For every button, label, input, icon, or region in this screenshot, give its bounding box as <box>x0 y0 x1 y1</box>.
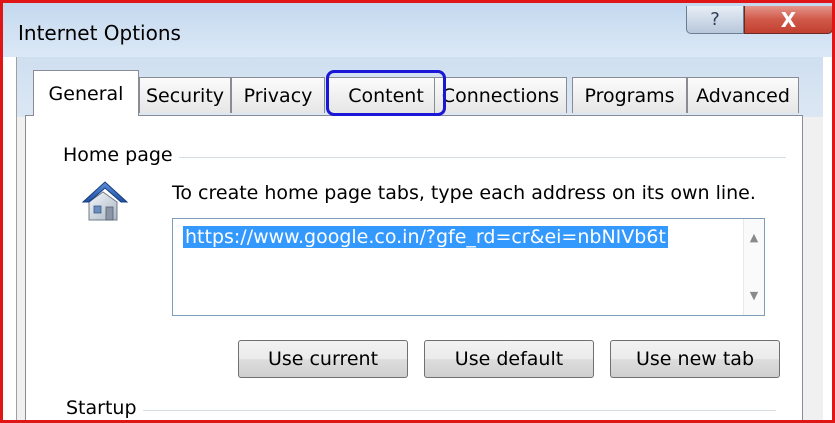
close-button[interactable]: X <box>744 6 833 34</box>
dialog-body: General Security Privacy Content Connect… <box>16 57 823 423</box>
tab-label: Connections <box>441 84 560 107</box>
tab-label: Privacy <box>243 84 313 107</box>
use-default-button[interactable]: Use default <box>424 340 594 378</box>
home-page-group-label: Home page <box>63 144 179 166</box>
use-new-tab-button[interactable]: Use new tab <box>610 340 780 378</box>
general-tab-page: Home page To create home page tabs, type… <box>25 115 803 423</box>
tab-label: General <box>48 82 124 105</box>
tab-security[interactable]: Security <box>139 77 231 113</box>
use-current-button[interactable]: Use current <box>238 340 408 378</box>
startup-group-label: Startup <box>66 397 143 419</box>
home-page-url-value: https://www.google.co.in/?gfe_rd=cr&ei=n… <box>183 226 668 248</box>
scroll-up-icon[interactable]: ▲ <box>744 227 764 247</box>
home-icon <box>81 181 129 221</box>
help-icon: ? <box>710 9 720 30</box>
tab-connections[interactable]: Connections <box>434 77 567 113</box>
tab-label: Security <box>145 84 225 107</box>
tab-label: Content <box>348 84 424 107</box>
textarea-scrollbar[interactable]: ▲ ▼ <box>743 219 764 315</box>
scroll-down-icon[interactable]: ▼ <box>744 285 764 305</box>
tab-advanced[interactable]: Advanced <box>687 77 799 113</box>
startup-group-line <box>66 410 776 411</box>
tab-privacy[interactable]: Privacy <box>231 77 325 113</box>
window-title: Internet Options <box>18 21 181 45</box>
home-page-url-textarea[interactable]: https://www.google.co.in/?gfe_rd=cr&ei=n… <box>172 218 765 316</box>
tab-content[interactable]: Content <box>328 77 444 113</box>
tab-general[interactable]: General <box>33 70 139 116</box>
help-button[interactable]: ? <box>686 6 744 34</box>
tab-programs[interactable]: Programs <box>572 77 687 113</box>
close-icon: X <box>780 7 797 32</box>
tab-label: Advanced <box>696 84 790 107</box>
title-bar: Internet Options ? X <box>3 3 833 57</box>
home-page-instruction: To create home page tabs, type each addr… <box>172 182 756 204</box>
tab-strip: General Security Privacy Content Connect… <box>17 57 823 117</box>
tab-label: Programs <box>584 84 675 107</box>
